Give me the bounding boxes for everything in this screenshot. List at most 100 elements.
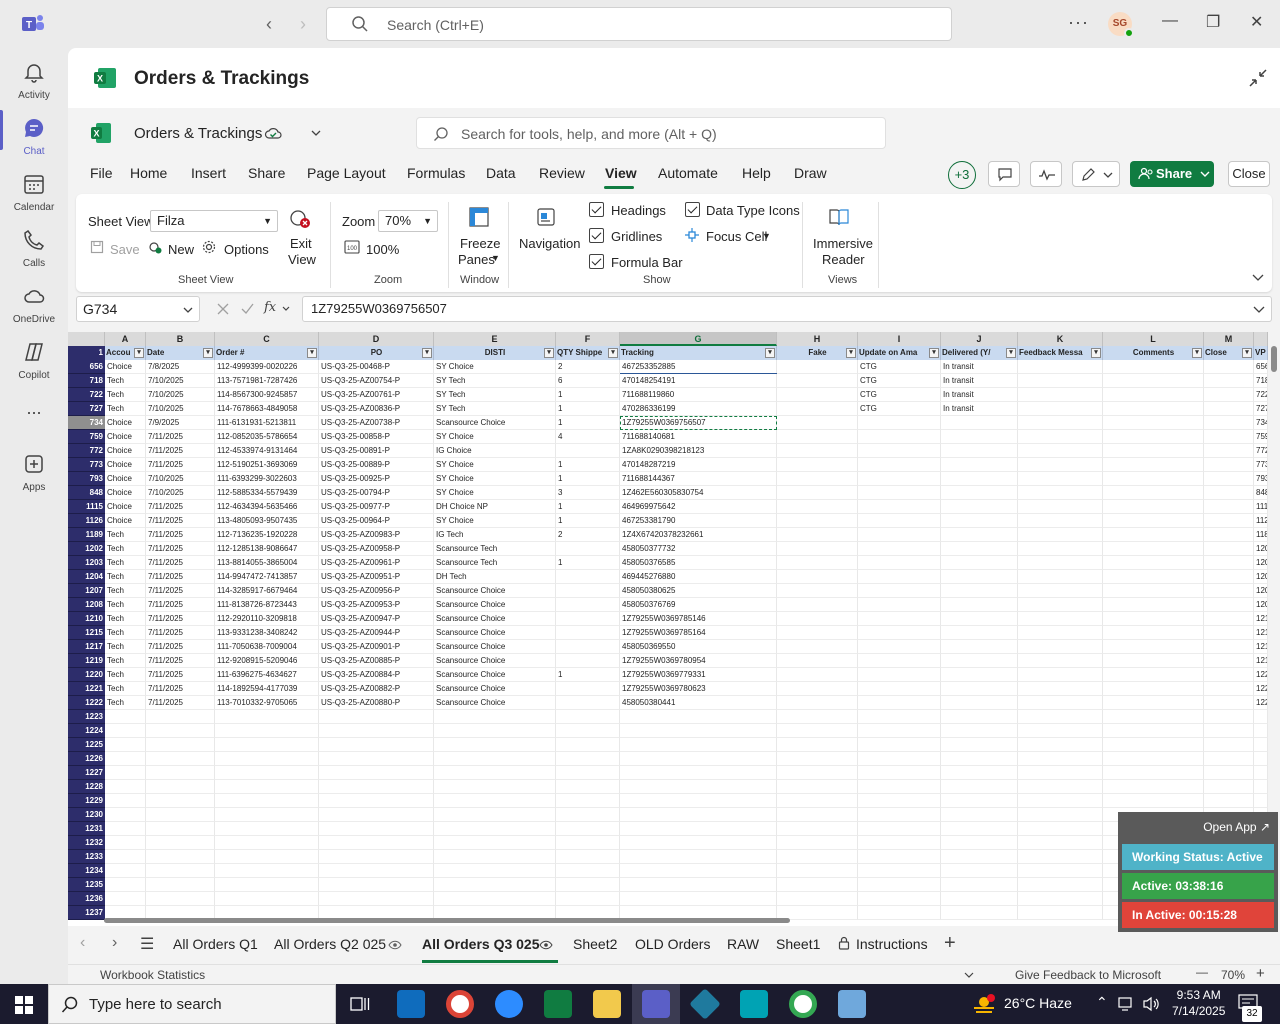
table-cell[interactable] <box>620 752 777 766</box>
table-cell[interactable]: 1217 <box>1254 640 1268 654</box>
table-cell[interactable]: 114-9947472-7413857 <box>215 570 319 584</box>
chrome-profile-icon[interactable] <box>789 990 817 1018</box>
table-cell[interactable] <box>1103 444 1204 458</box>
table-cell[interactable]: 7/11/2025 <box>146 612 215 626</box>
table-cell[interactable] <box>319 864 434 878</box>
table-cell[interactable]: 113-7571981-7287426 <box>215 374 319 388</box>
table-cell[interactable] <box>1204 388 1254 402</box>
table-cell[interactable] <box>1018 752 1103 766</box>
table-cell[interactable] <box>777 360 858 374</box>
table-cell[interactable]: Choice <box>105 500 146 514</box>
table-cell[interactable] <box>1018 892 1103 906</box>
table-cell[interactable]: Tech <box>105 570 146 584</box>
table-cell[interactable] <box>215 850 319 864</box>
table-cell[interactable]: US-Q3-25-AZ00884-P <box>319 668 434 682</box>
table-cell[interactable] <box>556 864 620 878</box>
table-cell[interactable] <box>1204 402 1254 416</box>
table-cell[interactable] <box>1018 458 1103 472</box>
table-cell[interactable] <box>556 542 620 556</box>
table-cell[interactable] <box>434 738 556 752</box>
table-cell[interactable]: 718 <box>1254 374 1268 388</box>
rail-item-calendar[interactable]: Calendar <box>0 166 68 222</box>
table-cell[interactable]: 112-5190251-3693069 <box>215 458 319 472</box>
table-cell[interactable]: US-Q3-25-AZ00836-P <box>319 402 434 416</box>
table-cell[interactable] <box>434 892 556 906</box>
table-cell[interactable]: 111-7050638-7009004 <box>215 640 319 654</box>
table-cell[interactable] <box>1204 528 1254 542</box>
table-cell[interactable] <box>941 500 1018 514</box>
table-cell[interactable]: 7/11/2025 <box>146 640 215 654</box>
table-cell[interactable]: US-Q3-25-AZ00951-P <box>319 570 434 584</box>
table-cell[interactable] <box>858 472 941 486</box>
table-cell[interactable] <box>1018 640 1103 654</box>
filter-dropdown-icon[interactable]: ▾ <box>134 348 144 358</box>
menu-help[interactable]: Help <box>742 165 771 181</box>
table-cell[interactable]: Scansource Tech <box>434 556 556 570</box>
open-app-link[interactable]: Open App ↗ <box>1203 820 1270 834</box>
table-cell[interactable]: US-Q3-25-AZ00947-P <box>319 612 434 626</box>
table-cell[interactable]: 112-0852035-5786654 <box>215 430 319 444</box>
table-cell[interactable] <box>858 640 941 654</box>
table-cell[interactable] <box>1103 570 1204 584</box>
table-cell[interactable]: 1115 <box>1254 500 1268 514</box>
table-cell[interactable] <box>1103 514 1204 528</box>
table-cell[interactable] <box>777 486 858 500</box>
table-cell[interactable]: Tech <box>105 654 146 668</box>
table-cell[interactable]: US-Q3-25-AZ00761-P <box>319 388 434 402</box>
table-cell[interactable]: 112-2920110-3209818 <box>215 612 319 626</box>
table-cell[interactable] <box>777 752 858 766</box>
table-cell[interactable]: 7/11/2025 <box>146 584 215 598</box>
table-cell[interactable] <box>941 752 1018 766</box>
exit-view-label-2[interactable]: View <box>288 252 316 267</box>
table-cell[interactable]: 458050377732 <box>620 542 777 556</box>
table-cell[interactable]: Scansource Choice <box>434 598 556 612</box>
table-cell[interactable]: 7/11/2025 <box>146 654 215 668</box>
outlook-app-icon[interactable] <box>397 990 425 1018</box>
table-cell[interactable]: 1 <box>556 514 620 528</box>
table-cell[interactable] <box>941 738 1018 752</box>
filter-dropdown-icon[interactable]: ▾ <box>544 348 554 358</box>
weather-text[interactable]: 26°C Haze <box>1004 995 1072 1011</box>
table-cell[interactable]: Tech <box>105 668 146 682</box>
table-cell[interactable] <box>1103 584 1204 598</box>
table-cell[interactable] <box>620 808 777 822</box>
table-cell[interactable]: 1189 <box>1254 528 1268 542</box>
table-cell[interactable] <box>1103 738 1204 752</box>
table-cell[interactable]: SY Tech <box>434 388 556 402</box>
table-cell[interactable] <box>556 640 620 654</box>
table-cell[interactable]: Choice <box>105 514 146 528</box>
table-cell[interactable] <box>1103 458 1204 472</box>
table-cell[interactable]: US-Q3-25-00891-P <box>319 444 434 458</box>
row-number[interactable]: 773 <box>68 458 105 472</box>
table-cell[interactable] <box>105 864 146 878</box>
table-cell[interactable] <box>858 444 941 458</box>
table-cell[interactable] <box>146 766 215 780</box>
table-cell[interactable] <box>777 822 858 836</box>
sheet-tab-old-orders[interactable]: OLD Orders <box>635 936 710 952</box>
table-cell[interactable]: 467253381790 <box>620 514 777 528</box>
table-cell[interactable] <box>1018 822 1103 836</box>
table-cell[interactable] <box>1103 752 1204 766</box>
table-cell[interactable]: Tech <box>105 612 146 626</box>
formula-input[interactable]: 1Z79255W0369756507 <box>302 296 1272 322</box>
table-cell[interactable]: 470148254191 <box>620 374 777 388</box>
table-cell[interactable] <box>105 892 146 906</box>
table-cell[interactable]: 3 <box>556 486 620 500</box>
table-cell[interactable] <box>1103 402 1204 416</box>
table-cell[interactable] <box>556 822 620 836</box>
table-cell[interactable]: CTG <box>858 360 941 374</box>
table-cell[interactable]: In transit <box>941 402 1018 416</box>
table-cell[interactable]: 1Z79255W0369785146 <box>620 612 777 626</box>
zoom-in-icon[interactable]: + <box>1256 965 1265 982</box>
horizontal-scroll-thumb[interactable] <box>104 918 790 923</box>
table-cell[interactable] <box>858 430 941 444</box>
table-cell[interactable] <box>777 430 858 444</box>
table-cell[interactable]: 1210 <box>1254 612 1268 626</box>
row-number[interactable]: 1232 <box>68 836 105 850</box>
table-cell[interactable]: 6 <box>556 374 620 388</box>
table-cell[interactable]: 7/10/2025 <box>146 388 215 402</box>
zoom-app-icon[interactable] <box>495 990 523 1018</box>
table-cell[interactable] <box>941 878 1018 892</box>
table-cell[interactable] <box>941 780 1018 794</box>
table-cell[interactable] <box>146 836 215 850</box>
